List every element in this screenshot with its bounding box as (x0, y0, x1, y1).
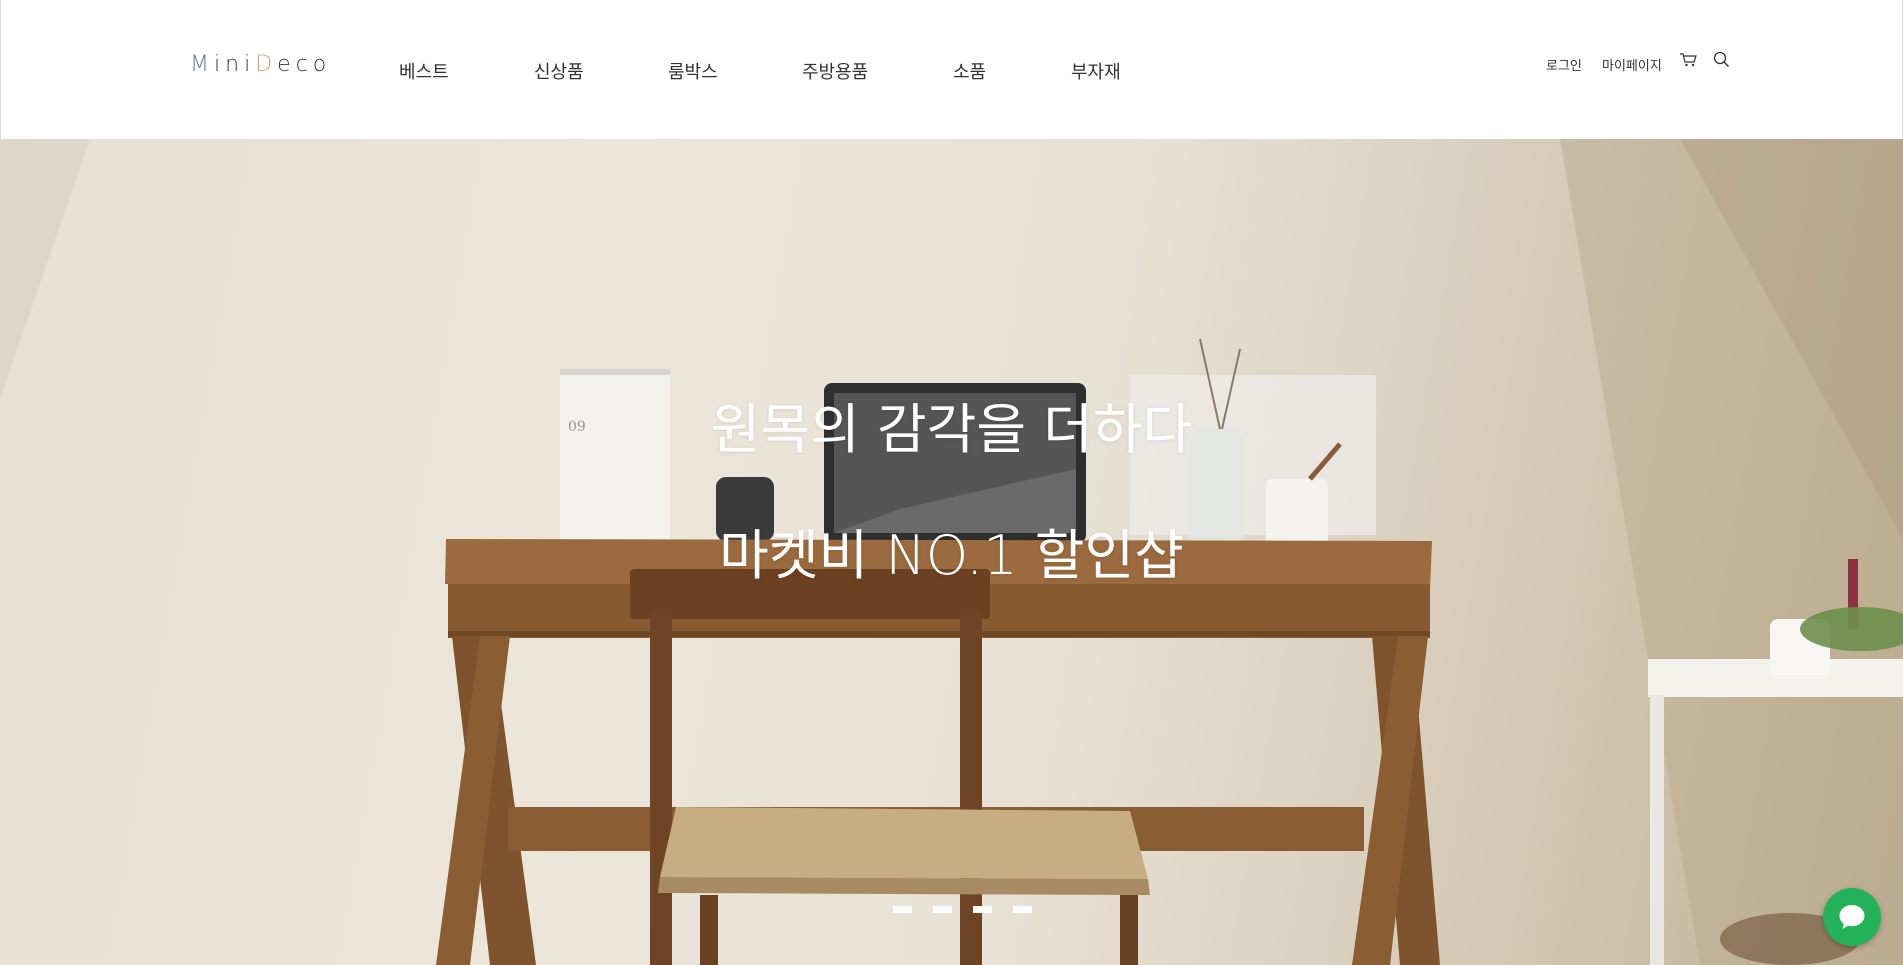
hero-subline: 마켓비 NO.1 할인샵 (719, 524, 1184, 587)
hero-headline: 원목의 감각을 더하다 (710, 398, 1193, 461)
logo-letter: n (225, 52, 245, 77)
mypage-link[interactable]: 마이페이지 (1602, 55, 1662, 74)
cart-icon (1680, 53, 1697, 67)
nav-item-new[interactable]: 신상품 (534, 58, 584, 84)
slide-dot-1[interactable] (893, 906, 912, 913)
slide-dot-2[interactable] (933, 906, 952, 913)
logo-letter: D (255, 52, 278, 77)
logo-letter: e (277, 52, 296, 77)
nav-item-props[interactable]: 소품 (953, 58, 986, 84)
chat-button[interactable] (1823, 888, 1881, 946)
slide-dot-3[interactable] (973, 906, 992, 913)
chat-bubble-icon (1839, 905, 1865, 929)
slider-pagination (893, 906, 1032, 913)
logo-letter: c (295, 52, 313, 77)
logo-letter: M (190, 52, 214, 77)
logo-letter: i (244, 52, 256, 77)
nav-item-roombox[interactable]: 룸박스 (668, 58, 718, 84)
site-logo[interactable]: M i n i D e c o (190, 52, 331, 77)
search-button[interactable] (1713, 51, 1730, 68)
nav-item-parts[interactable]: 부자재 (1071, 58, 1121, 84)
logo-letter: i (213, 52, 226, 77)
site-header: M i n i D e c o 베스트 신상품 룸박스 주방용품 소품 부자재 … (0, 0, 1903, 140)
search-icon (1713, 51, 1729, 67)
cart-button[interactable] (1679, 52, 1697, 68)
logo-letter: o (312, 52, 332, 77)
slide-dot-4[interactable] (1013, 906, 1032, 913)
nav-item-best[interactable]: 베스트 (399, 58, 449, 84)
hero-banner[interactable]: 09 원목의 감각을 더하다 마켓비 NO.1 할인샵 (0, 139, 1903, 965)
login-link[interactable]: 로그인 (1546, 55, 1582, 74)
nav-item-kitchen[interactable]: 주방용품 (802, 58, 868, 84)
